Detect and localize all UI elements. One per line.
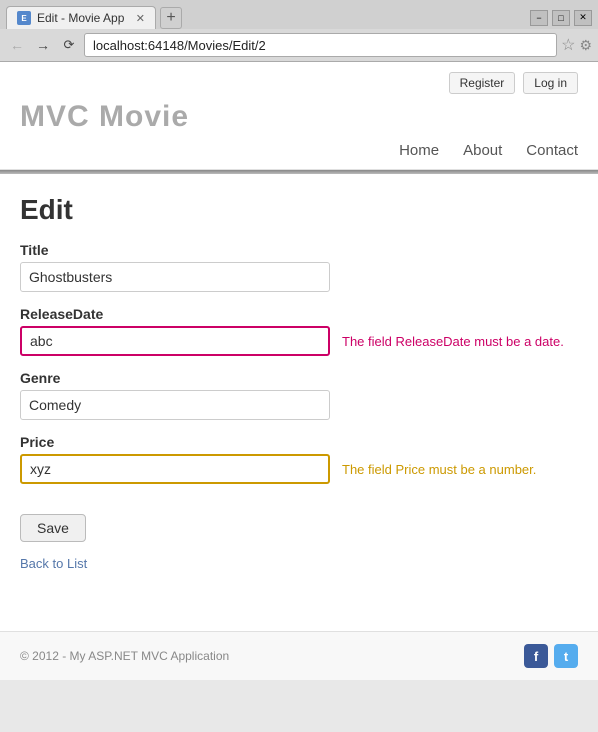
nav-about[interactable]: About xyxy=(463,142,502,159)
title-label: Title xyxy=(20,242,578,258)
register-button[interactable]: Register xyxy=(449,72,516,94)
browser-tab[interactable]: E Edit - Movie App ✕ xyxy=(6,6,156,29)
page-heading: Edit xyxy=(20,194,578,226)
price-group: Price The field Price must be a number. xyxy=(20,434,578,484)
back-to-list-link[interactable]: Back to List xyxy=(20,556,578,571)
price-input[interactable] xyxy=(20,454,330,484)
release-date-row: The field ReleaseDate must be a date. xyxy=(20,326,578,356)
login-button[interactable]: Log in xyxy=(523,72,578,94)
twitter-icon[interactable]: t xyxy=(554,644,578,668)
site-header: Register Log in MVC Movie Home About Con… xyxy=(0,62,598,170)
release-date-label: ReleaseDate xyxy=(20,306,578,322)
browser-chrome: E Edit - Movie App ✕ + − □ ✕ ← → ⟳ local… xyxy=(0,0,598,62)
tab-bar: E Edit - Movie App ✕ + − □ ✕ xyxy=(0,0,598,29)
minimize-button[interactable]: − xyxy=(530,10,548,26)
tab-title: Edit - Movie App xyxy=(37,11,130,25)
nav-contact[interactable]: Contact xyxy=(526,142,578,159)
close-button[interactable]: ✕ xyxy=(574,10,592,26)
footer-copyright: © 2012 - My ASP.NET MVC Application xyxy=(20,649,229,663)
release-date-input[interactable] xyxy=(20,326,330,356)
release-date-group: ReleaseDate The field ReleaseDate must b… xyxy=(20,306,578,356)
forward-button[interactable]: → xyxy=(32,34,54,56)
back-button[interactable]: ← xyxy=(6,34,28,56)
window-controls: − □ ✕ xyxy=(530,10,592,26)
release-date-error: The field ReleaseDate must be a date. xyxy=(342,334,564,349)
facebook-icon[interactable]: f xyxy=(524,644,548,668)
genre-label: Genre xyxy=(20,370,578,386)
address-bar-row: ← → ⟳ localhost:64148/Movies/Edit/2 ☆ ⚙ xyxy=(0,29,598,61)
refresh-button[interactable]: ⟳ xyxy=(58,34,80,56)
header-top: Register Log in xyxy=(20,72,578,94)
price-row: The field Price must be a number. xyxy=(20,454,578,484)
save-button[interactable]: Save xyxy=(20,514,86,542)
page-wrapper: Register Log in MVC Movie Home About Con… xyxy=(0,62,598,680)
bookmark-icon[interactable]: ☆ xyxy=(561,35,575,55)
new-tab-button[interactable]: + xyxy=(160,7,182,29)
site-footer: © 2012 - My ASP.NET MVC Application f t xyxy=(0,631,598,680)
price-error: The field Price must be a number. xyxy=(342,462,536,477)
price-label: Price xyxy=(20,434,578,450)
main-content: Edit Title ReleaseDate The field Release… xyxy=(0,174,598,591)
site-title: MVC Movie xyxy=(20,100,578,134)
title-input[interactable] xyxy=(20,262,330,292)
site-nav: Home About Contact xyxy=(20,142,578,169)
nav-home[interactable]: Home xyxy=(399,142,439,159)
address-bar[interactable]: localhost:64148/Movies/Edit/2 xyxy=(84,33,557,57)
tab-close-button[interactable]: ✕ xyxy=(136,12,145,25)
title-group: Title xyxy=(20,242,578,292)
maximize-button[interactable]: □ xyxy=(552,10,570,26)
settings-icon[interactable]: ⚙ xyxy=(579,37,592,54)
social-icons: f t xyxy=(524,644,578,668)
favicon: E xyxy=(17,11,31,25)
genre-group: Genre xyxy=(20,370,578,420)
genre-input[interactable] xyxy=(20,390,330,420)
